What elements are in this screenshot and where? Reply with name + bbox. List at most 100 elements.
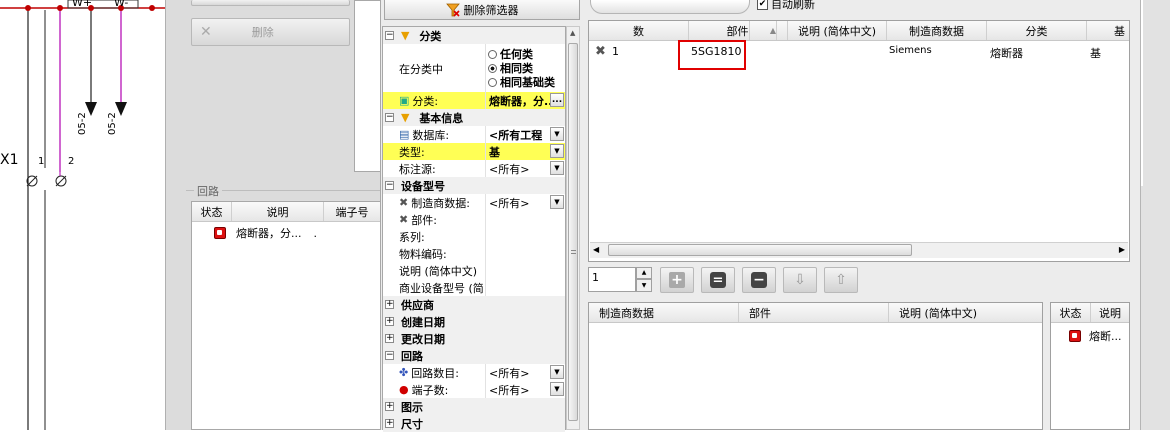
- category-classification[interactable]: − ▼ 分类: [383, 27, 565, 44]
- wire-label-1: W+: [72, 0, 93, 9]
- side-status-grid[interactable]: 状态 说明 熔断...: [1050, 302, 1130, 430]
- col-description[interactable]: 说明: [1091, 303, 1129, 322]
- collapse-icon[interactable]: −: [385, 31, 394, 40]
- circuit-grid[interactable]: 状态 说明 端子号 熔断器，分... .: [191, 201, 381, 430]
- scroll-up-icon[interactable]: ▲: [570, 29, 575, 37]
- database-row[interactable]: ▤ 数据库: <所有工程 ▼: [383, 126, 565, 143]
- delete-button[interactable]: ✕ 删除: [191, 18, 350, 46]
- terminal-number-2: 2: [68, 156, 75, 167]
- schematic-canvas[interactable]: W+ W- X1 1 2 05-2 05-2: [0, 0, 165, 430]
- table-row[interactable]: ✖ 1 5SG1810 Siemens 熔断器 基: [589, 43, 1129, 60]
- database-dropdown[interactable]: ▼: [550, 127, 564, 141]
- top-button-edge: [191, 0, 350, 6]
- commercial-type-value[interactable]: [485, 279, 565, 296]
- type-dropdown[interactable]: ▼: [550, 144, 564, 158]
- col-base[interactable]: 基: [1087, 21, 1129, 40]
- part-row[interactable]: ✖ 部件:: [383, 211, 565, 228]
- circuit-count-row[interactable]: ✤ 回路数目: <所有> ▼: [383, 364, 565, 381]
- equal-button[interactable]: =: [701, 267, 735, 293]
- series-value[interactable]: [485, 228, 565, 245]
- series-row[interactable]: 系列:: [383, 228, 565, 245]
- row-manufacturer: Siemens: [889, 45, 932, 56]
- category-device-type[interactable]: − 设备型号: [383, 177, 565, 194]
- funnel-icon: ▼: [401, 29, 410, 42]
- cross-reference-1: 05-2: [77, 112, 88, 135]
- col-description[interactable]: 说明 (简体中文): [788, 21, 887, 40]
- radio-same-base[interactable]: 相同基础类: [488, 74, 555, 90]
- category-changed-date[interactable]: + 更改日期: [383, 330, 565, 347]
- expand-icon[interactable]: +: [385, 334, 394, 343]
- category-basic-info[interactable]: − ▼ 基本信息: [383, 109, 565, 126]
- col-description[interactable]: 说明 (简体中文): [889, 303, 1042, 322]
- table-row[interactable]: 熔断...: [1051, 327, 1129, 344]
- filter-scrollbar[interactable]: ▲: [566, 26, 580, 430]
- col-classification[interactable]: 分类: [987, 21, 1087, 40]
- collapse-icon[interactable]: −: [385, 351, 394, 360]
- stepper-up-icon[interactable]: ▲: [636, 267, 652, 279]
- move-up-button[interactable]: ⇧: [824, 267, 858, 293]
- stepper-down-icon[interactable]: ▼: [636, 279, 652, 292]
- parts-grid[interactable]: 数 部件 ▲ 说明 (简体中文) 制造商数据 分类 基 ✖ 1 5SG1810 S…: [588, 20, 1130, 262]
- manufacturer-dropdown[interactable]: ▼: [550, 195, 564, 209]
- collapse-icon[interactable]: −: [385, 181, 394, 190]
- col-terminal[interactable]: 端子号: [324, 202, 380, 221]
- remove-button[interactable]: −: [742, 267, 776, 293]
- scroll-thumb[interactable]: [608, 244, 912, 256]
- scroll-thumb[interactable]: [568, 43, 578, 421]
- filter-property-grid[interactable]: − ▼ 分类 在分类中 任何类 相同类 相同基础类 ▣ 分类: 熔断器，分... .…: [382, 26, 566, 432]
- refresh-button-edge[interactable]: [590, 0, 750, 14]
- commercial-type-row[interactable]: 商业设备型号 (简: [383, 279, 565, 296]
- expand-icon[interactable]: +: [385, 300, 394, 309]
- class-row[interactable]: ▣ 分类: 熔断器，分... ...: [383, 92, 565, 109]
- expand-icon[interactable]: +: [385, 402, 394, 411]
- bucket-icon: ▣: [399, 94, 410, 107]
- col-number[interactable]: 数: [589, 21, 689, 40]
- part-detail-grid[interactable]: 制造商数据 部件 说明 (简体中文): [588, 302, 1043, 430]
- description-value[interactable]: [485, 262, 565, 279]
- circuit-grid-header: 状态 说明 端子号: [192, 202, 380, 222]
- move-down-button[interactable]: ⇩: [783, 267, 817, 293]
- tools-icon: ✖: [399, 196, 409, 209]
- quantity-input[interactable]: 1: [588, 267, 636, 292]
- checkbox-checked-icon[interactable]: ✔: [757, 0, 768, 10]
- material-code-value[interactable]: [485, 245, 565, 262]
- part-detail-header: 制造商数据 部件 说明 (简体中文): [589, 303, 1042, 323]
- database-icon: ▤: [399, 128, 410, 141]
- col-status[interactable]: 状态: [192, 202, 232, 221]
- col-status[interactable]: 状态: [1051, 303, 1091, 322]
- col-manufacturer[interactable]: 制造商数据: [589, 303, 739, 322]
- category-dimensions[interactable]: + 尺寸: [383, 415, 565, 432]
- scroll-left-icon[interactable]: ◀: [593, 245, 599, 254]
- category-diagram[interactable]: + 图示: [383, 398, 565, 415]
- collapse-icon[interactable]: −: [385, 113, 394, 122]
- highlight-annotation-box: [678, 40, 746, 70]
- expand-icon[interactable]: +: [385, 419, 394, 428]
- category-created-date[interactable]: + 创建日期: [383, 313, 565, 330]
- scroll-right-icon[interactable]: ▶: [1119, 245, 1125, 254]
- category-supplier[interactable]: + 供应商: [383, 296, 565, 313]
- part-value[interactable]: [485, 211, 565, 228]
- table-row[interactable]: 熔断器，分... .: [192, 224, 380, 242]
- remove-filter-button[interactable]: 删除筛选器: [384, 0, 580, 20]
- quantity-stepper[interactable]: 1 ▲ ▼: [588, 267, 654, 292]
- col-description[interactable]: 说明: [232, 202, 324, 221]
- terminal-count-dropdown[interactable]: ▼: [550, 382, 564, 396]
- add-button[interactable]: +: [660, 267, 694, 293]
- expand-icon[interactable]: +: [385, 317, 394, 326]
- col-part[interactable]: 部件: [739, 303, 889, 322]
- row-description: 熔断...: [1089, 329, 1122, 343]
- class-ellipsis-button[interactable]: ...: [550, 93, 564, 107]
- description-row[interactable]: 说明 (简体中文): [383, 262, 565, 279]
- mark-source-row[interactable]: 标注源: <所有> ▼: [383, 160, 565, 177]
- auto-refresh-toggle[interactable]: ✔ 自动刷新: [757, 0, 815, 12]
- material-code-row[interactable]: 物料编码:: [383, 245, 565, 262]
- col-manufacturer[interactable]: 制造商数据: [887, 21, 987, 40]
- category-circuit[interactable]: − 回路: [383, 347, 565, 364]
- circuit-count-dropdown[interactable]: ▼: [550, 365, 564, 379]
- terminal-count-row[interactable]: ● 端子数: <所有> ▼: [383, 381, 565, 398]
- mark-source-dropdown[interactable]: ▼: [550, 161, 564, 175]
- manufacturer-data-row[interactable]: ✖ 制造商数据: <所有> ▼: [383, 194, 565, 211]
- type-row[interactable]: 类型: 基 ▼: [383, 143, 565, 160]
- funnel-icon: ▼: [401, 111, 410, 124]
- col-part[interactable]: 部件 ▲: [689, 21, 788, 40]
